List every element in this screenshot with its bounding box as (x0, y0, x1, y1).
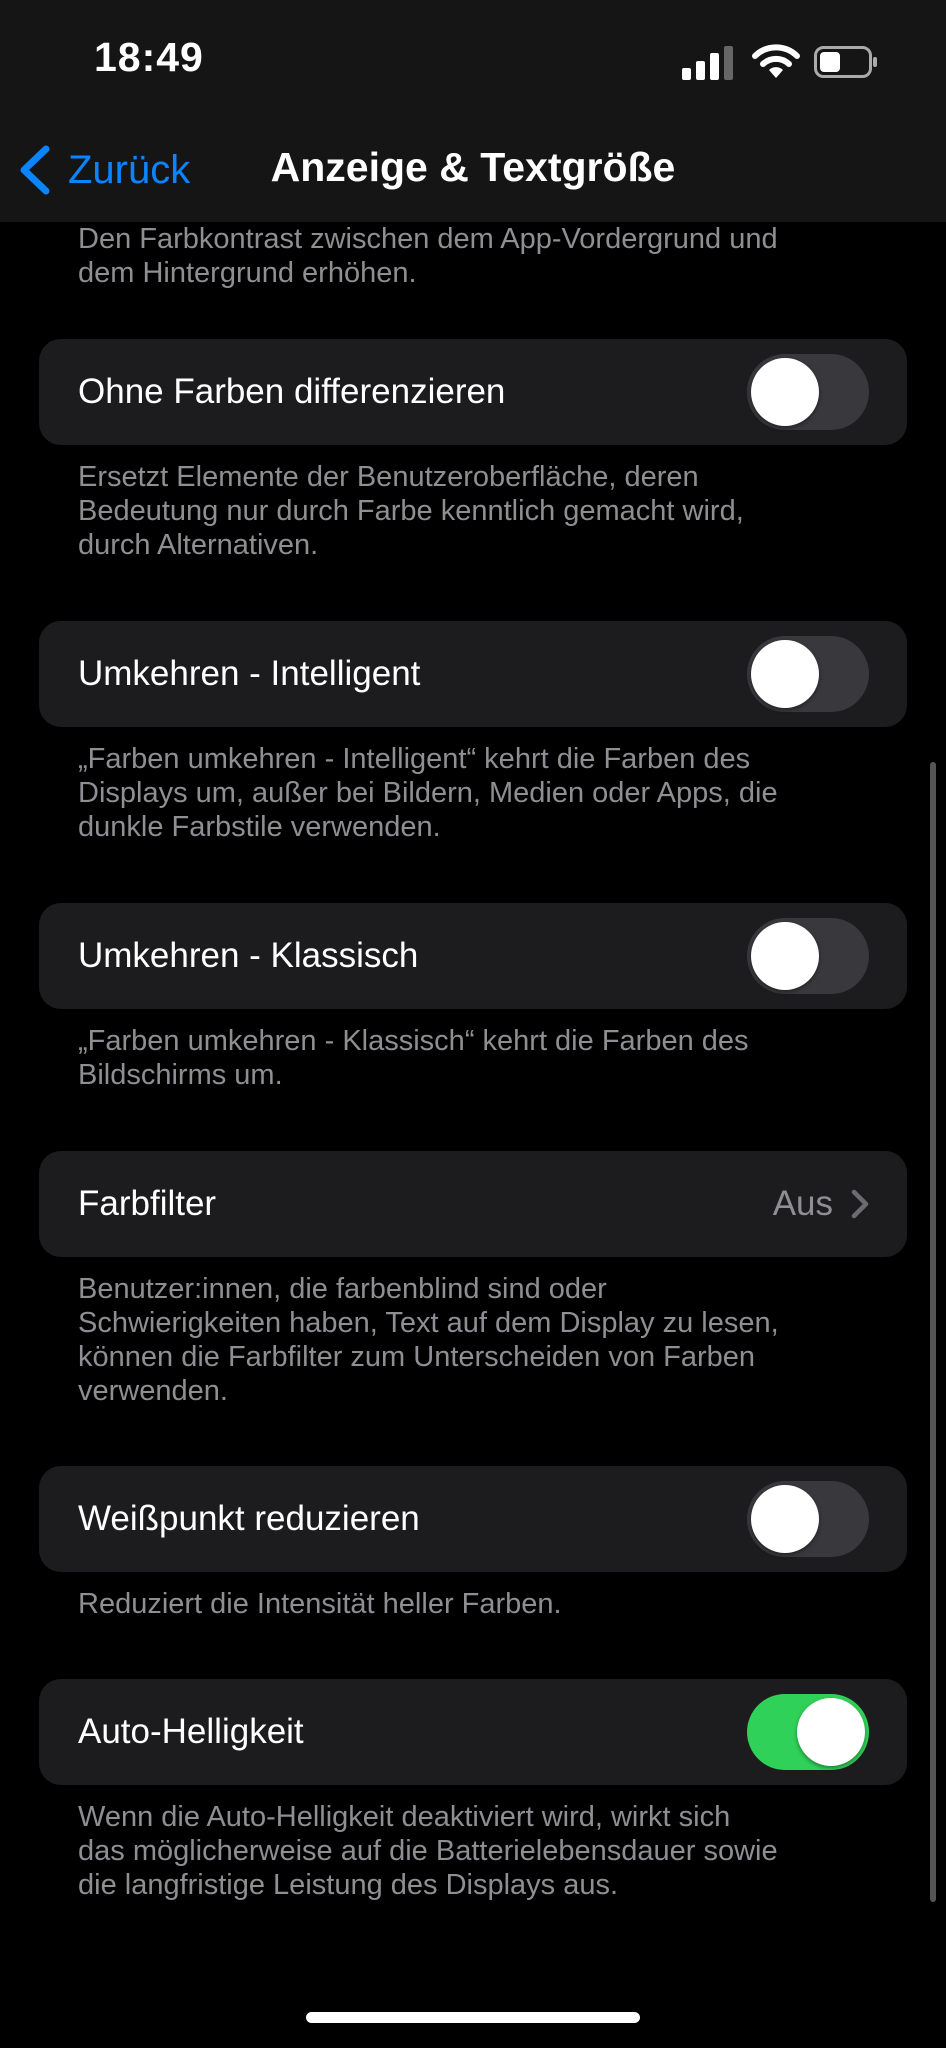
status-icons (682, 44, 882, 84)
reduce-white-point-label: Weißpunkt reduzieren (78, 1499, 420, 1538)
reduce-white-point-footer: Reduziert die Intensität heller Farben. (78, 1588, 562, 1620)
cellular-signal-icon (682, 44, 734, 80)
smart-invert-label: Umkehren - Intelligent (78, 654, 421, 693)
classic-invert-footer: „Farben umkehren - Klassisch“ kehrt die … (78, 1025, 749, 1091)
differentiate-without-color-label: Ohne Farben differenzieren (78, 372, 506, 411)
reduce-white-point-toggle[interactable] (747, 1481, 869, 1557)
battery-icon (814, 46, 877, 78)
color-filters-cell[interactable]: Farbfilter Aus (39, 1151, 907, 1257)
smart-invert-footer: „Farben umkehren - Intelligent“ kehrt di… (78, 743, 778, 843)
smart-invert-cell[interactable]: Umkehren - Intelligent (39, 621, 907, 727)
settings-list: Den Farbkontrast zwischen dem App-Vorder… (0, 222, 946, 2048)
page-title: Anzeige & Textgröße (270, 144, 676, 190)
differentiate-without-color-cell[interactable]: Ohne Farben differenzieren (39, 339, 907, 445)
auto-brightness-cell[interactable]: Auto-Helligkeit (39, 1679, 907, 1785)
classic-invert-label: Umkehren - Klassisch (78, 936, 419, 975)
smart-invert-toggle[interactable] (747, 636, 869, 712)
color-filters-footer: Benutzer:innen, die farbenblind sind ode… (78, 1273, 779, 1407)
auto-brightness-footer: Wenn die Auto-Helligkeit deaktiviert wir… (78, 1801, 778, 1901)
reduce-white-point-cell[interactable]: Weißpunkt reduzieren (39, 1466, 907, 1572)
color-filters-value: Aus (772, 1184, 833, 1223)
status-time: 18:49 (94, 34, 204, 80)
differentiate-without-color-toggle[interactable] (747, 354, 869, 430)
auto-brightness-toggle[interactable] (747, 1694, 869, 1770)
differentiate-footer: Ersetzt Elemente der Benutzeroberfläche,… (78, 461, 744, 561)
status-bar: 18:49 (0, 0, 946, 120)
home-indicator[interactable] (306, 2012, 640, 2023)
wifi-icon (752, 44, 800, 78)
auto-brightness-label: Auto-Helligkeit (78, 1712, 304, 1751)
contrast-footer: Den Farbkontrast zwischen dem App-Vorder… (78, 223, 778, 289)
navigation-bar: Zurück Anzeige & Textgröße (0, 120, 946, 222)
chevron-right-icon (851, 1189, 869, 1219)
classic-invert-cell[interactable]: Umkehren - Klassisch (39, 903, 907, 1009)
color-filters-label: Farbfilter (78, 1184, 217, 1223)
scrollbar[interactable] (930, 762, 936, 1902)
classic-invert-toggle[interactable] (747, 918, 869, 994)
